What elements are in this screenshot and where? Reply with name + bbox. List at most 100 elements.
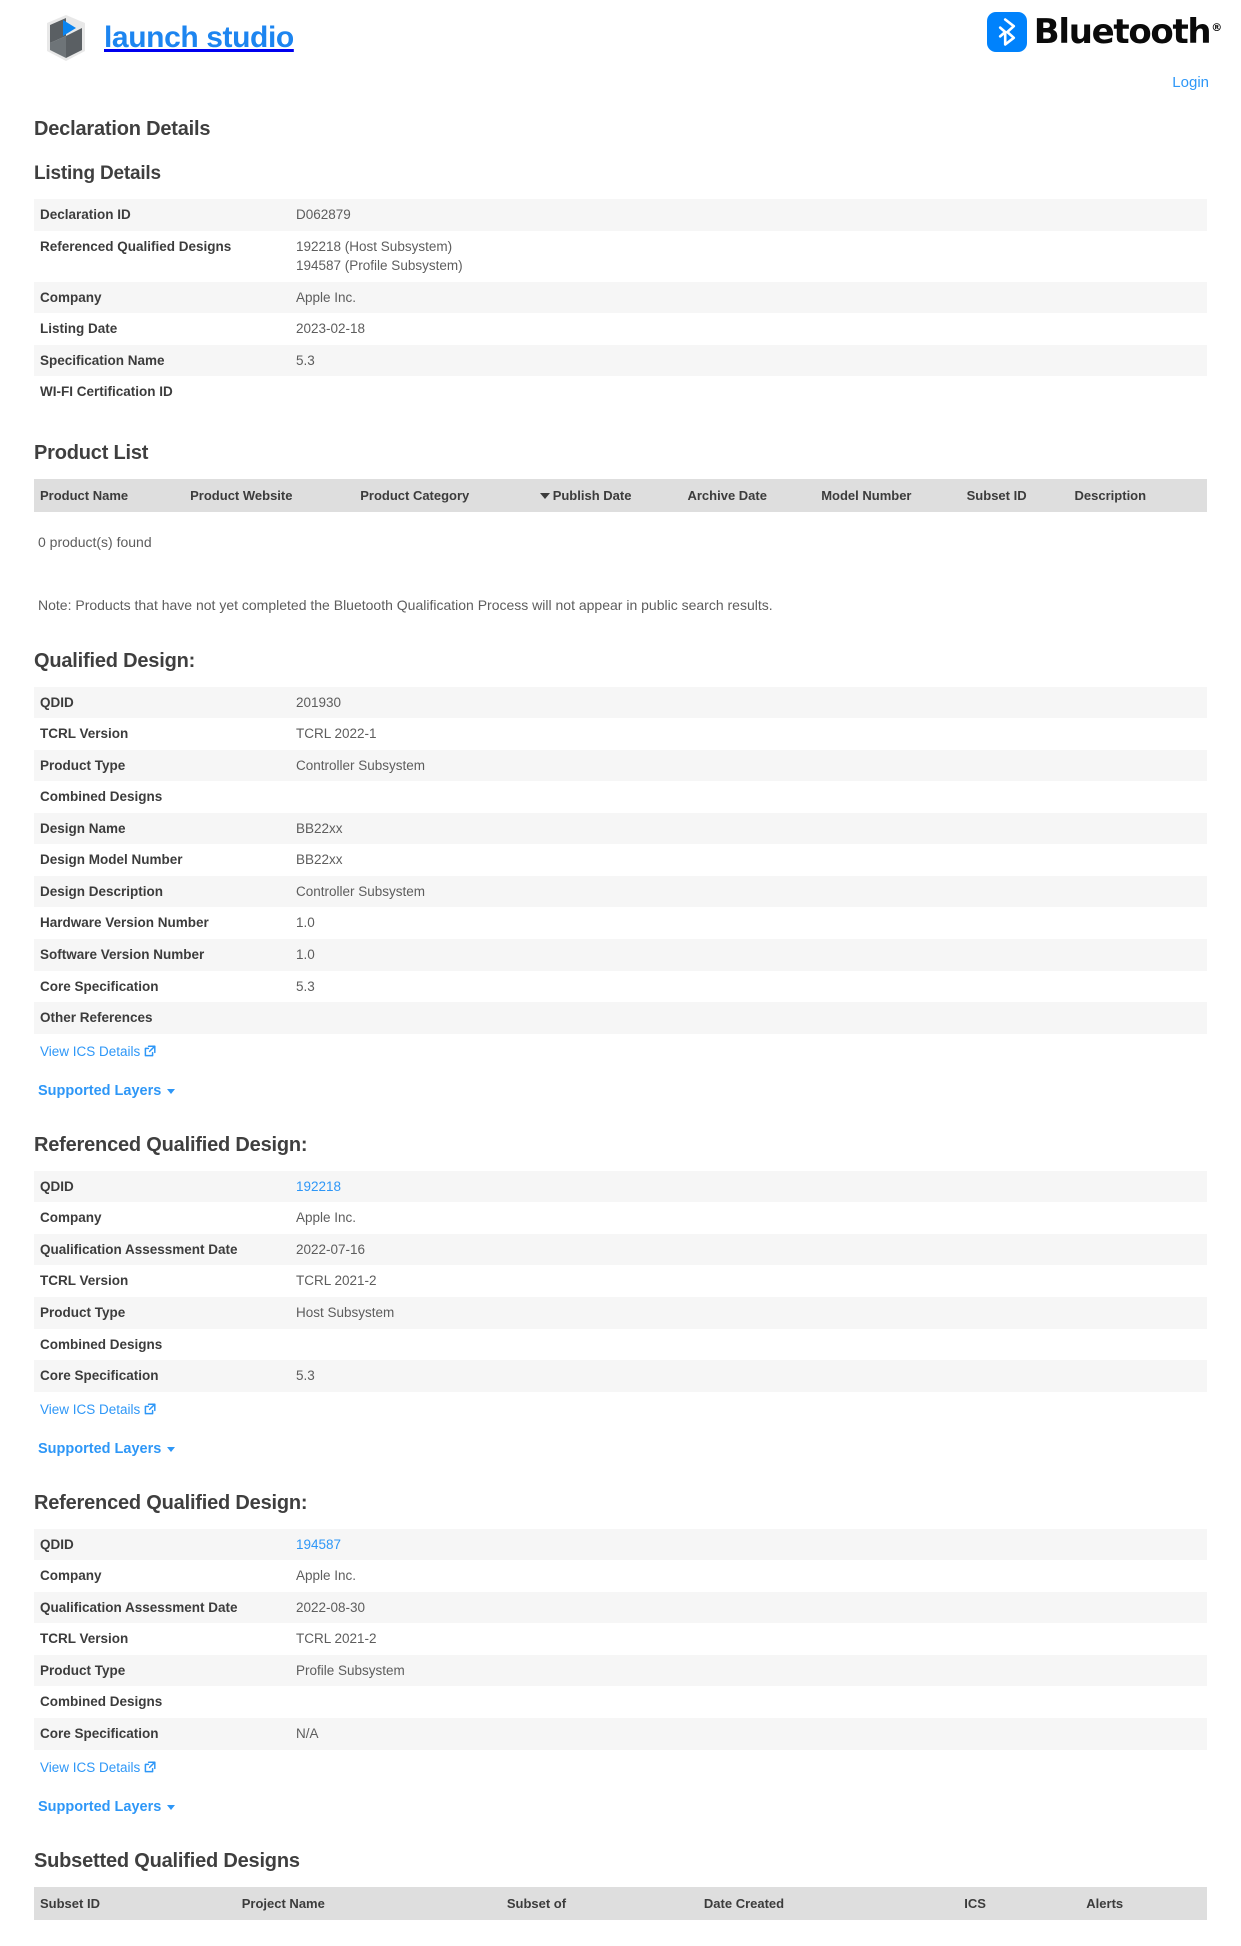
column-header-subset-of[interactable]: Subset of: [500, 1886, 698, 1920]
row-label: Other References: [40, 1010, 153, 1026]
row-label: Design Description: [40, 883, 164, 899]
row-value: BB22xx: [296, 852, 343, 868]
supported-layers-toggle-referenced-design-2[interactable]: Supported Layers: [38, 1799, 176, 1815]
row-label: Product Type: [40, 1304, 126, 1320]
row-label: Specification Name: [40, 352, 165, 368]
column-header-archive-date[interactable]: Archive Date: [681, 478, 816, 512]
table-row: Combined Designs: [34, 1686, 1207, 1719]
listing-details-table: Declaration ID D062879 Referenced Qualifie…: [34, 199, 1207, 408]
page-title: Declaration Details: [34, 118, 211, 140]
column-header-description[interactable]: Description: [1068, 478, 1207, 512]
row-label: Qualification Assessment Date: [40, 1599, 238, 1615]
row-value: N/A: [296, 1726, 319, 1742]
row-value: 1.0: [296, 915, 315, 931]
table-row: QDID 194587: [34, 1528, 1207, 1561]
bluetooth-icon: [986, 12, 1027, 52]
table-row: Design Name BB22xx: [34, 812, 1207, 845]
table-row: Design Model Number BB22xx: [34, 844, 1207, 876]
table-row: Specification Name 5.3: [34, 344, 1207, 377]
row-value: [296, 1686, 1207, 1718]
login-link[interactable]: Login: [1172, 74, 1209, 91]
row-value: 2022-07-16: [296, 1241, 366, 1257]
chevron-down-icon: [167, 1447, 176, 1453]
product-list-title: Product List: [34, 441, 149, 464]
column-header-label: Date Created: [703, 1895, 785, 1911]
row-value: TCRL 2022-1: [296, 726, 377, 742]
row-label: Listing Date: [40, 321, 118, 337]
view-ics-details-label: View ICS Details: [40, 1401, 141, 1417]
row-label: Core Specification: [40, 1726, 159, 1742]
view-ics-details-label: View ICS Details: [40, 1043, 141, 1059]
column-header-product-website[interactable]: Product Website: [184, 478, 355, 512]
table-row: QDID 192218: [34, 1170, 1207, 1203]
table-row: Qualification Assessment Date 2022-07-16: [34, 1233, 1207, 1266]
view-ics-details-link[interactable]: View ICS Details: [40, 1402, 156, 1417]
table-row: Hardware Version Number 1.0: [34, 907, 1207, 940]
row-value: [296, 1002, 1207, 1034]
table-row: Design Description Controller Subsystem: [34, 875, 1207, 908]
external-link-icon: [144, 1403, 156, 1415]
row-label: Design Name: [40, 820, 126, 836]
view-ics-details-label: View ICS Details: [40, 1759, 141, 1775]
column-header-publish-date[interactable]: Publish Date: [533, 478, 682, 512]
row-value: BB22xx: [296, 820, 343, 836]
column-header-model-number[interactable]: Model Number: [815, 478, 961, 512]
row-value: TCRL 2021-2: [296, 1273, 377, 1289]
row-value: Controller Subsystem: [296, 757, 426, 773]
row-value-line: 192218 (Host Subsystem): [296, 238, 453, 254]
column-header-date-created[interactable]: Date Created: [697, 1886, 959, 1920]
referenced-design-2-ics-row: View ICS Details: [34, 1750, 1207, 1777]
declaration-details-page: launch studio Bluetooth® Login Declarati…: [0, 0, 1241, 1946]
referenced-design-1-body: QDID 192218 Company Apple Inc. Qualification…: [34, 1170, 1207, 1392]
row-value: Profile Subsystem: [296, 1662, 405, 1678]
column-header-alerts[interactable]: Alerts: [1080, 1886, 1207, 1920]
qdid-link[interactable]: 192218: [296, 1179, 341, 1194]
table-row: Qualification Assessment Date 2022-08-30: [34, 1591, 1207, 1624]
column-header-ics[interactable]: ICS: [958, 1886, 1081, 1920]
table-row: Company Apple Inc.: [34, 1560, 1207, 1592]
column-header-subset-id[interactable]: Subset ID: [960, 478, 1069, 512]
product-list-head: Product Name Product Website Product Categ…: [34, 478, 1207, 512]
main-content: Declaration Details Listing Details Decl…: [0, 118, 1241, 1946]
row-value[interactable]: 194587: [296, 1529, 1207, 1561]
row-value[interactable]: 192218: [296, 1171, 1207, 1203]
column-header-label: Description: [1074, 487, 1147, 503]
row-label: Referenced Qualified Designs: [40, 238, 232, 254]
subsetted-designs-header-row: Subset ID Project Name Subset of Date Creat…: [34, 1886, 1207, 1920]
supported-layers-toggle-qualified-design[interactable]: Supported Layers: [38, 1082, 176, 1099]
row-label: QDID: [40, 1178, 74, 1194]
supported-layers-label: Supported Layers: [38, 1082, 162, 1099]
row-value: D062879: [296, 207, 351, 222]
table-row: TCRL Version TCRL 2022-1: [34, 718, 1207, 750]
external-link-icon: [144, 1761, 156, 1773]
row-value: 1.0: [296, 947, 315, 963]
row-label: Core Specification: [40, 978, 159, 994]
column-header-project-name[interactable]: Project Name: [235, 1886, 501, 1920]
row-value: 5.3: [296, 352, 315, 368]
table-row: Listing Date 2023-02-18: [34, 313, 1207, 345]
column-header-label: Alerts: [1086, 1895, 1124, 1911]
column-header-product-category[interactable]: Product Category: [354, 478, 534, 512]
view-ics-details-link[interactable]: View ICS Details: [40, 1760, 156, 1775]
column-header-product-name[interactable]: Product Name: [34, 478, 185, 512]
row-label: Qualification Assessment Date: [40, 1241, 238, 1257]
table-row: Product Type Controller Subsystem: [34, 749, 1207, 782]
table-row: Product Type Profile Subsystem: [34, 1654, 1207, 1687]
supported-layers-toggle-referenced-design-1[interactable]: Supported Layers: [38, 1441, 176, 1457]
bluetooth-wordmark: Bluetooth®: [1033, 12, 1223, 52]
row-label: TCRL Version: [40, 1273, 129, 1289]
row-label: TCRL Version: [40, 726, 129, 742]
launch-studio-mark-icon: [40, 12, 92, 64]
column-header-label: Project Name: [241, 1895, 325, 1911]
column-header-label: Subset of: [506, 1895, 567, 1911]
qdid-link[interactable]: 194587: [296, 1537, 341, 1552]
row-value: 2022-08-30: [296, 1599, 366, 1615]
view-ics-details-link[interactable]: View ICS Details: [40, 1044, 156, 1059]
row-value: Host Subsystem: [296, 1304, 395, 1320]
column-header-subset-id[interactable]: Subset ID: [34, 1886, 236, 1920]
product-count-text: 0 product(s) found: [38, 533, 152, 550]
row-label: QDID: [40, 1536, 74, 1552]
launch-studio-logo[interactable]: launch studio: [40, 12, 294, 64]
table-row: QDID 201930: [34, 686, 1207, 719]
table-row: Core Specification N/A: [34, 1718, 1207, 1750]
